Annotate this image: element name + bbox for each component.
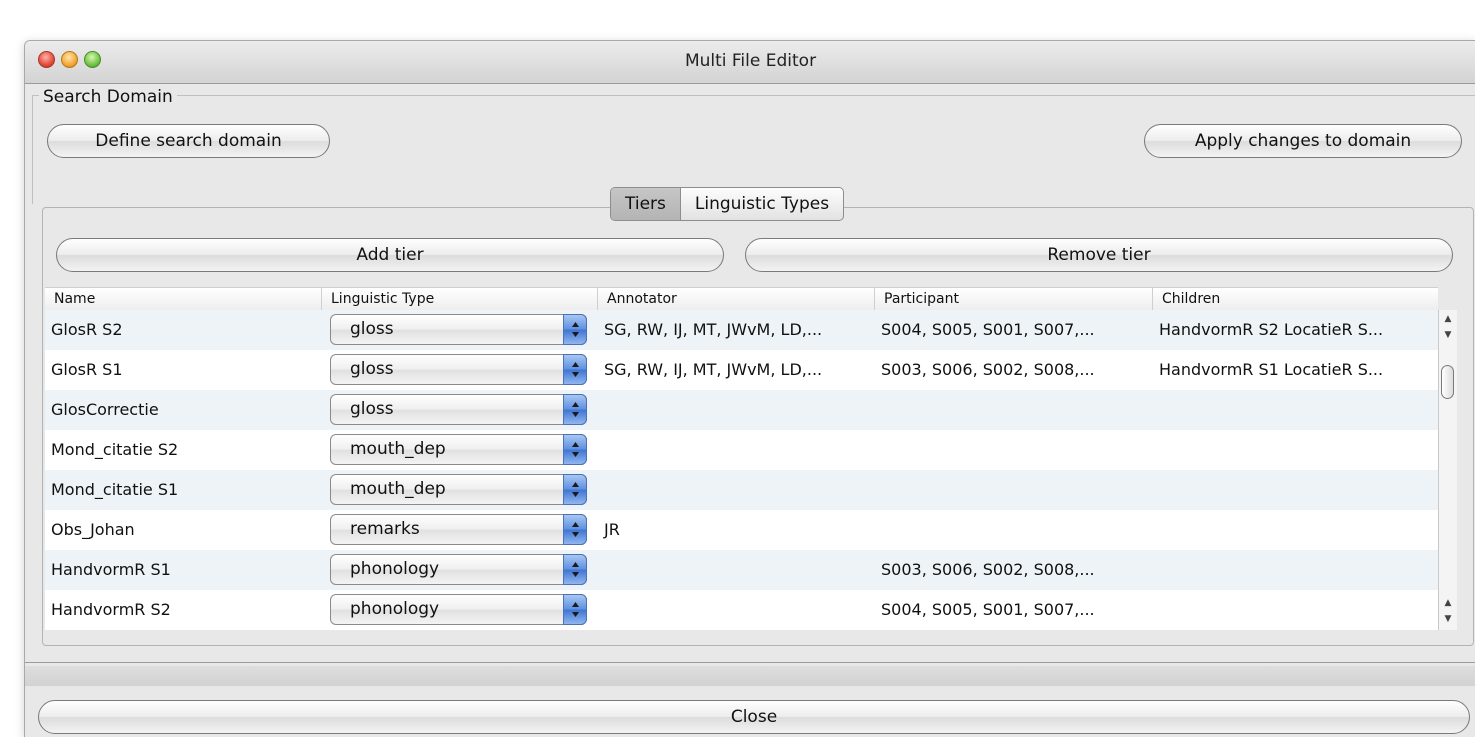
annotator-cell[interactable]: SG, RW, IJ, MT, JWvM, LD,... bbox=[598, 310, 875, 350]
children-cell[interactable]: HandvormR S1 LocatieR S... bbox=[1153, 350, 1438, 390]
table-header: Name Linguistic Type Annotator Participa… bbox=[45, 287, 1438, 312]
search-domain-legend: Search Domain bbox=[39, 87, 177, 107]
participant-cell[interactable]: S004, S005, S001, S007,... bbox=[875, 310, 1153, 350]
table-row[interactable]: Mond_citatie S2 mouth_dep bbox=[45, 430, 1438, 470]
linguistic-type-cell: mouth_dep bbox=[322, 430, 598, 470]
table-vertical-scrollbar[interactable]: ▲ ▼ ▲ ▼ bbox=[1438, 310, 1457, 630]
updown-chevron-icon[interactable] bbox=[563, 434, 587, 465]
annotator-cell[interactable] bbox=[598, 390, 875, 430]
participant-cell[interactable] bbox=[875, 430, 1153, 470]
linguistic-type-select[interactable]: mouth_dep bbox=[330, 474, 587, 505]
linguistic-type-value: mouth_dep bbox=[350, 439, 446, 459]
linguistic-type-value: mouth_dep bbox=[350, 479, 446, 499]
column-header-annotator[interactable]: Annotator bbox=[598, 288, 875, 311]
linguistic-type-value: remarks bbox=[350, 519, 420, 539]
linguistic-type-cell: gloss bbox=[322, 310, 598, 350]
linguistic-type-select[interactable]: mouth_dep bbox=[330, 434, 587, 465]
table-row[interactable]: GlosR S2 gloss SG, RW, IJ, MT, JWvM, LD,..… bbox=[45, 310, 1438, 350]
multi-file-editor-window: Multi File Editor Search Domain Define s… bbox=[24, 40, 1475, 737]
tab-tiers[interactable]: Tiers bbox=[611, 188, 681, 220]
tier-name-cell[interactable]: GlosCorrectie bbox=[45, 390, 322, 430]
apply-changes-button[interactable]: Apply changes to domain bbox=[1144, 124, 1462, 158]
linguistic-type-select[interactable]: gloss bbox=[330, 394, 587, 425]
updown-chevron-icon[interactable] bbox=[563, 554, 587, 585]
tier-name-cell[interactable]: Mond_citatie S2 bbox=[45, 430, 322, 470]
participant-cell[interactable]: S003, S006, S002, S008,... bbox=[875, 350, 1153, 390]
participant-cell[interactable] bbox=[875, 390, 1153, 430]
tier-name-cell[interactable]: HandvormR S2 bbox=[45, 590, 322, 630]
scroll-up-arrow-icon[interactable]: ▲ bbox=[1439, 596, 1457, 610]
children-cell[interactable] bbox=[1153, 550, 1438, 590]
linguistic-type-value: phonology bbox=[350, 559, 440, 579]
linguistic-type-cell: phonology bbox=[322, 590, 598, 630]
updown-chevron-icon[interactable] bbox=[563, 474, 587, 505]
annotator-cell[interactable]: SG, RW, IJ, MT, JWvM, LD,... bbox=[598, 350, 875, 390]
linguistic-type-value: gloss bbox=[350, 399, 394, 419]
table-row[interactable]: HandvormR S1 phonology S003, S006, S002, S… bbox=[45, 550, 1438, 590]
updown-chevron-icon[interactable] bbox=[563, 314, 587, 345]
annotator-cell[interactable]: JR bbox=[598, 510, 875, 550]
tier-name-cell[interactable]: GlosR S2 bbox=[45, 310, 322, 350]
linguistic-type-cell: mouth_dep bbox=[322, 470, 598, 510]
annotator-cell[interactable] bbox=[598, 590, 875, 630]
close-button[interactable]: Close bbox=[38, 700, 1470, 734]
window-title: Multi File Editor bbox=[684, 51, 817, 71]
annotator-cell[interactable] bbox=[598, 470, 875, 510]
children-cell[interactable] bbox=[1153, 470, 1438, 510]
scroll-up-arrow-icon[interactable]: ▲ bbox=[1439, 312, 1457, 326]
title-bar[interactable]: Multi File Editor bbox=[25, 41, 1475, 84]
children-cell[interactable] bbox=[1153, 430, 1438, 470]
participant-cell[interactable]: S004, S005, S001, S007,... bbox=[875, 590, 1153, 630]
column-header-participant[interactable]: Participant bbox=[875, 288, 1153, 311]
updown-chevron-icon[interactable] bbox=[563, 594, 587, 625]
scrollbar-thumb[interactable] bbox=[1441, 365, 1454, 399]
divider-band bbox=[25, 666, 1475, 686]
participant-cell[interactable]: S003, S006, S002, S008,... bbox=[875, 550, 1153, 590]
linguistic-type-select[interactable]: remarks bbox=[330, 514, 587, 545]
linguistic-type-select[interactable]: gloss bbox=[330, 354, 587, 385]
remove-tier-button[interactable]: Remove tier bbox=[745, 238, 1453, 272]
table-row[interactable]: Mond_citatie S1 mouth_dep bbox=[45, 470, 1438, 510]
table-row[interactable]: GlosR S1 gloss SG, RW, IJ, MT, JWvM, LD,..… bbox=[45, 350, 1438, 390]
column-header-linguistic-type[interactable]: Linguistic Type bbox=[322, 288, 598, 311]
children-cell[interactable]: HandvormR S2 LocatieR S... bbox=[1153, 310, 1438, 350]
scroll-down-arrow-icon[interactable]: ▼ bbox=[1439, 328, 1457, 342]
tier-name-cell[interactable]: GlosR S1 bbox=[45, 350, 322, 390]
linguistic-type-cell: remarks bbox=[322, 510, 598, 550]
linguistic-type-select[interactable]: phonology bbox=[330, 554, 587, 585]
participant-cell[interactable] bbox=[875, 510, 1153, 550]
table-row[interactable]: HandvormR S2 phonology S004, S005, S001, S… bbox=[45, 590, 1438, 630]
tier-name-cell[interactable]: Mond_citatie S1 bbox=[45, 470, 322, 510]
linguistic-type-select[interactable]: gloss bbox=[330, 314, 587, 345]
add-tier-button[interactable]: Add tier bbox=[56, 238, 724, 272]
linguistic-type-select[interactable]: phonology bbox=[330, 594, 587, 625]
linguistic-type-cell: gloss bbox=[322, 350, 598, 390]
tier-name-cell[interactable]: Obs_Johan bbox=[45, 510, 322, 550]
children-cell[interactable] bbox=[1153, 590, 1438, 630]
tab-bar: Tiers Linguistic Types bbox=[610, 187, 845, 221]
linguistic-type-value: phonology bbox=[350, 599, 440, 619]
children-cell[interactable] bbox=[1153, 390, 1438, 430]
divider bbox=[25, 662, 1475, 663]
table-row[interactable]: Obs_Johan remarks JR bbox=[45, 510, 1438, 550]
annotator-cell[interactable] bbox=[598, 550, 875, 590]
linguistic-type-cell: gloss bbox=[322, 390, 598, 430]
column-header-children[interactable]: Children bbox=[1153, 288, 1438, 311]
updown-chevron-icon[interactable] bbox=[563, 514, 587, 545]
children-cell[interactable] bbox=[1153, 510, 1438, 550]
tab-linguistic-types[interactable]: Linguistic Types bbox=[681, 188, 843, 220]
updown-chevron-icon[interactable] bbox=[563, 354, 587, 385]
participant-cell[interactable] bbox=[875, 470, 1153, 510]
annotator-cell[interactable] bbox=[598, 430, 875, 470]
scroll-down-arrow-icon[interactable]: ▼ bbox=[1439, 612, 1457, 626]
linguistic-type-cell: phonology bbox=[322, 550, 598, 590]
define-search-domain-button[interactable]: Define search domain bbox=[47, 124, 330, 158]
tier-table-body: GlosR S2 gloss SG, RW, IJ, MT, JWvM, LD,..… bbox=[45, 310, 1438, 630]
column-header-name[interactable]: Name bbox=[45, 288, 322, 311]
tier-name-cell[interactable]: HandvormR S1 bbox=[45, 550, 322, 590]
updown-chevron-icon[interactable] bbox=[563, 394, 587, 425]
table-row[interactable]: GlosCorrectie gloss bbox=[45, 390, 1438, 430]
linguistic-type-value: gloss bbox=[350, 359, 394, 379]
linguistic-type-value: gloss bbox=[350, 319, 394, 339]
